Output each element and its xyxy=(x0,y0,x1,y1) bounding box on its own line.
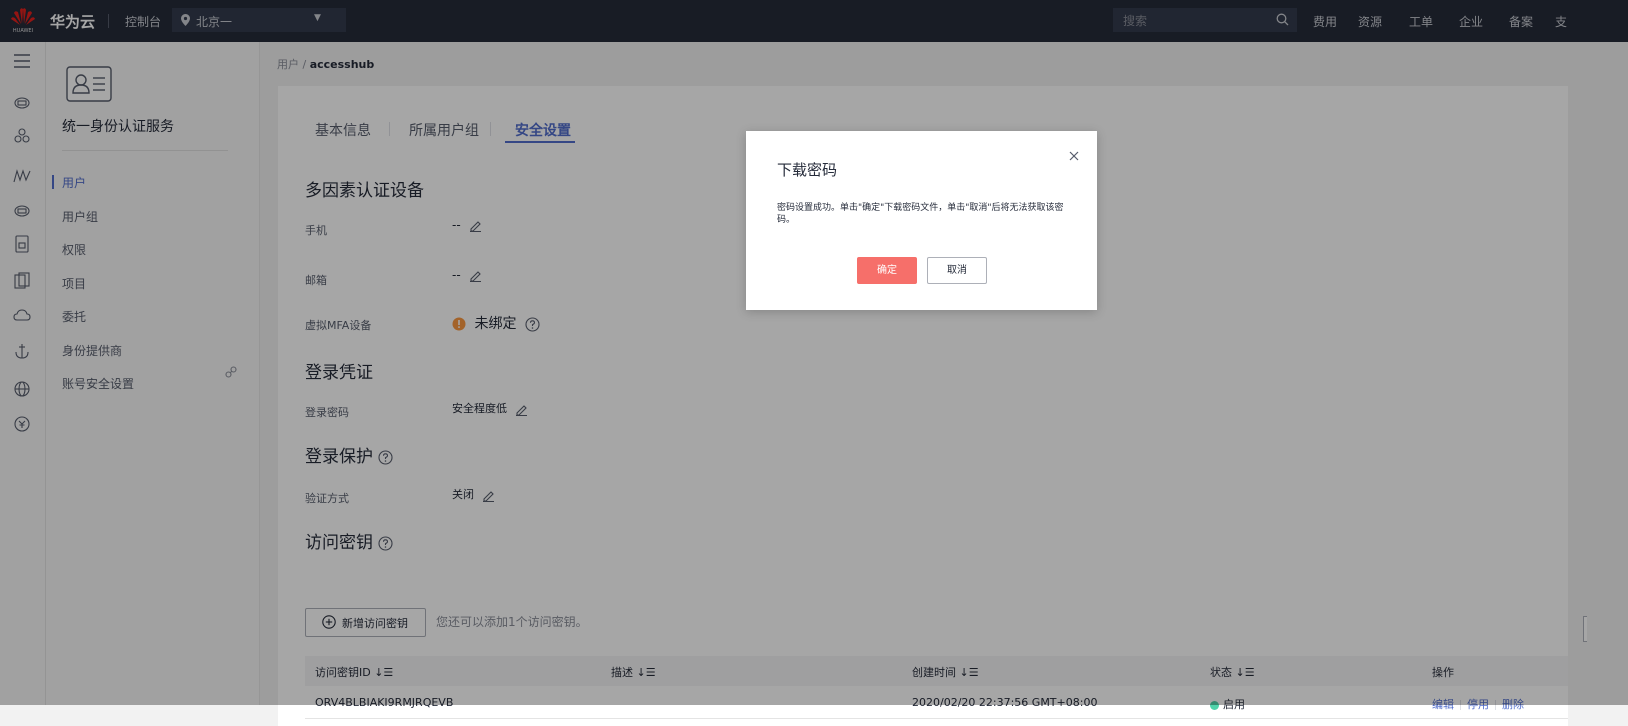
dialog-message: 密码设置成功。单击"确定"下载密码文件，单击"取消"后将无法获取该密码。 xyxy=(777,203,1064,225)
close-icon[interactable] xyxy=(1067,149,1081,163)
confirm-button[interactable]: 确定 xyxy=(857,257,917,284)
dialog-title: 下载密码 xyxy=(777,161,838,179)
cancel-button[interactable]: 取消 xyxy=(927,257,987,284)
download-password-dialog: 下载密码 密码设置成功。单击"确定"下载密码文件，单击"取消"后将无法获取该密码… xyxy=(746,131,1097,310)
modal-overlay xyxy=(0,0,1628,705)
